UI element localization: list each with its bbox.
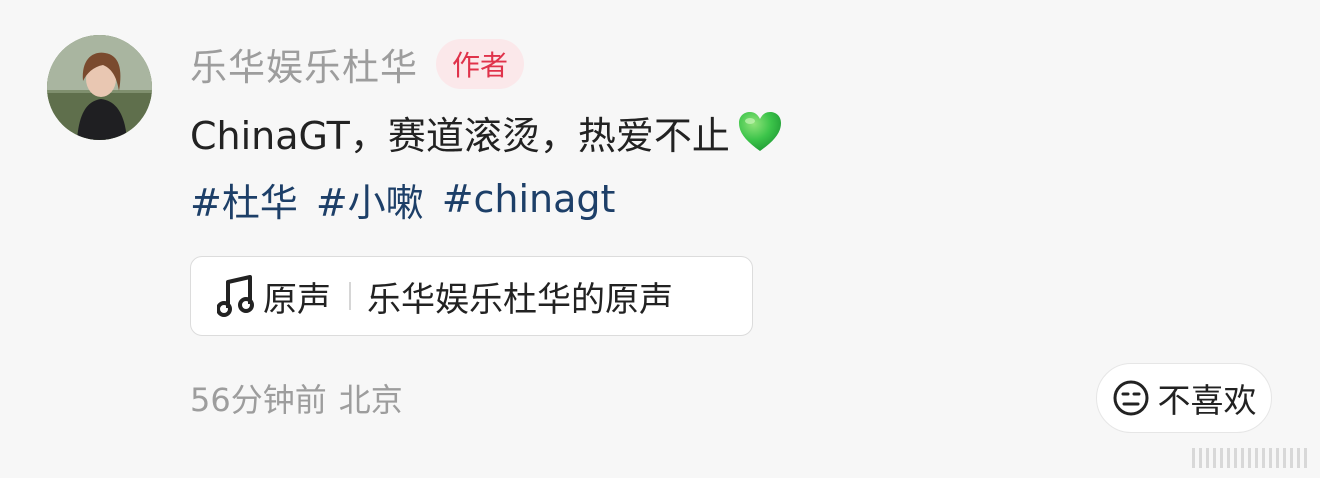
- author-badge: 作者: [436, 39, 525, 89]
- author-row: 乐华娱乐杜华 作者: [190, 37, 525, 91]
- comment-location: 北京: [338, 381, 403, 419]
- hashtag-link[interactable]: #小嗽: [316, 172, 424, 227]
- tags-row: #杜华 #小嗽 #chinagt: [190, 172, 633, 226]
- music-source: 乐华娱乐杜华的原声: [367, 279, 673, 320]
- watermark: [1192, 448, 1308, 468]
- comment-meta: 56分钟前 北京: [190, 372, 403, 424]
- comment-text-row: ChinaGT，赛道滚烫，热爱不止: [190, 103, 784, 161]
- dislike-label: 不喜欢: [1157, 381, 1257, 420]
- avatar-photo-icon: [47, 35, 152, 140]
- music-note-icon: [216, 274, 257, 318]
- hashtag-link[interactable]: #杜华: [190, 172, 298, 227]
- author-name[interactable]: 乐华娱乐杜华: [190, 37, 418, 91]
- neutral-face-icon: [1112, 379, 1150, 417]
- green-heart-icon: [736, 108, 784, 156]
- original-sound-card[interactable]: 原声 乐华娱乐杜华的原声: [190, 256, 753, 336]
- hashtag-link[interactable]: #chinagt: [442, 177, 616, 221]
- comment-text: ChinaGT，赛道滚烫，热爱不止: [190, 113, 730, 158]
- music-label: 原声: [263, 279, 331, 320]
- comment-time: 56分钟前: [190, 381, 327, 419]
- avatar[interactable]: [47, 35, 152, 140]
- music-divider: [349, 282, 351, 310]
- dislike-button[interactable]: 不喜欢: [1096, 363, 1272, 433]
